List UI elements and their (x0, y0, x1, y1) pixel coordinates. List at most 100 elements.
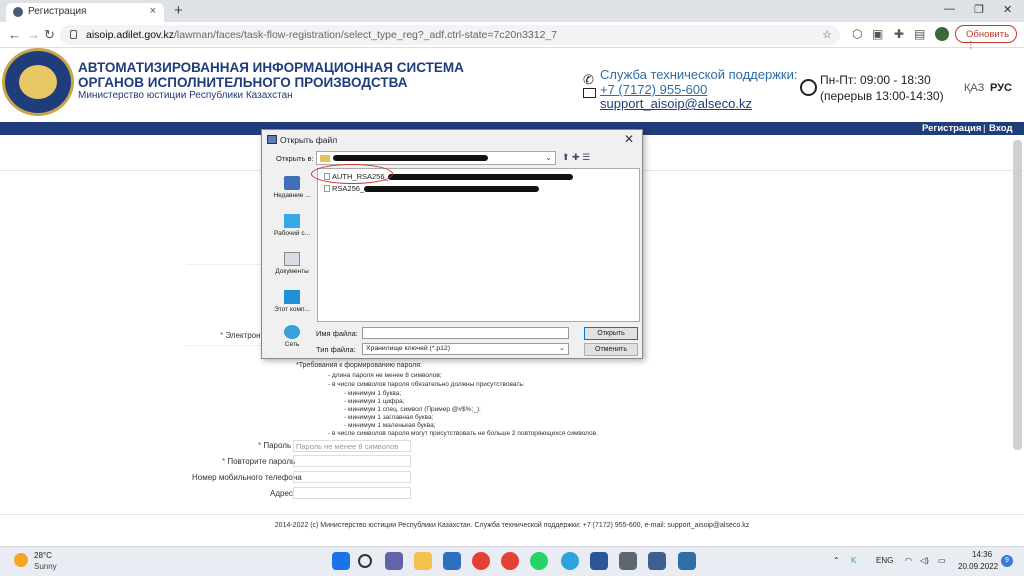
place-recent[interactable]: Недавние ... (267, 176, 317, 199)
redacted-filename (364, 186, 539, 192)
app-icon[interactable] (678, 552, 696, 570)
requirement-item: - минимум 1 буква; (344, 390, 402, 397)
browser-toolbar: ← → ↻ aisoip.adilet.gov.kz/lawman/faces/… (0, 22, 1024, 48)
documents-icon (284, 252, 300, 266)
place-desktop[interactable]: Рабочий с... (267, 214, 317, 237)
update-button[interactable]: Обновить ⋮ (955, 25, 1017, 51)
url-host: aisoip.adilet.gov.kz (86, 29, 174, 41)
file-item-rsa[interactable]: RSA256_ (324, 184, 364, 193)
nav-login-link[interactable]: Вход (989, 123, 1013, 134)
lang-kz-link[interactable]: ҚАЗ (964, 82, 984, 94)
telegram-icon[interactable] (561, 552, 579, 570)
filename-label: Имя файла: (316, 329, 358, 338)
mail-icon (583, 88, 596, 98)
chevron-down-icon: ⌄ (545, 153, 552, 162)
kaspersky-icon[interactable]: K (851, 556, 856, 565)
weather-temperature[interactable]: 28°C (34, 551, 52, 560)
requirement-item: - длина пароля не менее 8 символов; (328, 372, 442, 379)
calculator-icon[interactable] (619, 552, 637, 570)
back-arrow-icon[interactable]: ← (8, 27, 21, 42)
volume-icon[interactable]: ◁) (920, 556, 929, 565)
support-phone-link[interactable]: +7 (7172) 955-600 (600, 82, 707, 97)
recent-icon (284, 176, 300, 190)
remote-desktop-icon[interactable] (648, 552, 666, 570)
page-footer: 2014-2022 (с) Министерство юстиции Респу… (274, 522, 750, 529)
start-icon[interactable] (332, 552, 350, 570)
place-this-pc[interactable]: Этот комп... (267, 290, 317, 313)
annotation-circle (311, 164, 393, 184)
browser-tab[interactable]: Регистрация × (6, 3, 164, 22)
mail-app-icon[interactable] (443, 552, 461, 570)
language-indicator[interactable]: ENG (876, 556, 893, 565)
look-in-label: Открыть в: (276, 154, 314, 163)
teams-icon[interactable] (385, 552, 403, 570)
java-window-icon (267, 135, 277, 144)
file-explorer-icon[interactable] (414, 552, 432, 570)
place-documents[interactable]: Документы (267, 252, 317, 275)
requirement-item: - минимум 1 цифра; (344, 398, 405, 405)
look-in-select[interactable]: ⌄ (316, 151, 556, 165)
lang-ru-link[interactable]: РУС (990, 82, 1012, 94)
address-label: Адрес (270, 489, 293, 498)
requirement-item: - в числе символов пароля могут присутст… (328, 430, 598, 437)
whatsapp-icon[interactable] (530, 552, 548, 570)
filetype-select[interactable]: Хранилище ключей (*.p12) ⌄ (362, 343, 569, 355)
clock-date[interactable]: 20.09.2022 (958, 562, 998, 571)
chrome-profile-icon[interactable] (501, 552, 519, 570)
folder-nav-icons[interactable]: ⬆ ✚ ☰ (562, 152, 590, 163)
sun-icon[interactable] (14, 553, 28, 567)
window-maximize-icon[interactable]: ❐ (974, 3, 984, 16)
tab-close-icon[interactable]: × (150, 5, 156, 17)
address-bar[interactable]: aisoip.adilet.gov.kz/lawman/faces/task-f… (60, 25, 840, 45)
clock-time[interactable]: 14:36 (972, 550, 992, 559)
update-label: Обновить (966, 29, 1010, 40)
window-close-icon[interactable]: ✕ (1003, 3, 1012, 16)
redacted-filename (388, 174, 573, 180)
dialog-close-icon[interactable]: ✕ (624, 132, 634, 146)
desktop-icon (284, 214, 300, 228)
chevron-up-icon[interactable]: ⌃ (833, 556, 840, 565)
password-label: * Пароль (258, 441, 292, 450)
requirement-item: - минимум 1 заглавная буква; (344, 414, 434, 421)
search-icon[interactable] (358, 554, 372, 568)
profile-avatar[interactable] (935, 27, 949, 41)
requirement-item: - в числе символов пароля обязательно до… (328, 381, 525, 388)
battery-icon[interactable]: ▭ (938, 556, 946, 565)
filename-input[interactable] (362, 327, 569, 339)
reload-icon[interactable]: ↻ (44, 27, 55, 43)
computer-icon (284, 290, 300, 304)
email-label: * Электрон (220, 331, 261, 340)
word-icon[interactable] (590, 552, 608, 570)
extension-icon[interactable]: ▣ (872, 27, 883, 41)
new-tab-button[interactable]: + (174, 2, 183, 19)
extension-cube-icon[interactable]: ⬡ (852, 27, 862, 41)
phone-icon: ✆ (583, 72, 594, 87)
address-field[interactable] (293, 487, 411, 499)
repeat-password-field[interactable] (293, 455, 411, 467)
redacted-path (333, 155, 488, 161)
bookmark-star-icon[interactable]: ☆ (822, 28, 832, 41)
open-button[interactable]: Открыть (584, 327, 638, 340)
lock-icon (70, 30, 77, 39)
window-minimize-icon[interactable]: — (944, 3, 955, 15)
nav-register-link[interactable]: Регистрация (922, 123, 981, 134)
puzzle-icon[interactable]: ✚ (894, 27, 904, 41)
folder-icon (320, 155, 330, 162)
file-list: AUTH_RSA256_ RSA256_ (317, 168, 640, 322)
cancel-button[interactable]: Отменить (584, 343, 638, 356)
network-icon (284, 325, 300, 339)
required-mark: * (220, 331, 224, 340)
mobile-label: Номер мобильного телефона (192, 473, 302, 482)
password-field[interactable]: Пароль не менее 8 символов (293, 440, 411, 452)
place-network[interactable]: Сеть (267, 325, 317, 348)
sidepanel-icon[interactable]: ▤ (914, 27, 925, 41)
page-scrollbar[interactable] (1013, 140, 1022, 450)
chrome-icon[interactable] (472, 552, 490, 570)
notification-badge[interactable]: 9 (1001, 555, 1013, 567)
support-email-link[interactable]: support_aisoip@alseco.kz (600, 96, 752, 111)
mobile-field[interactable] (293, 471, 411, 483)
wifi-icon[interactable]: ◠ (905, 556, 912, 565)
password-requirements-title: *Требования к формированию пароля: (296, 362, 422, 369)
weather-condition[interactable]: Sunny (34, 562, 57, 571)
forward-arrow-icon[interactable]: → (27, 27, 40, 42)
